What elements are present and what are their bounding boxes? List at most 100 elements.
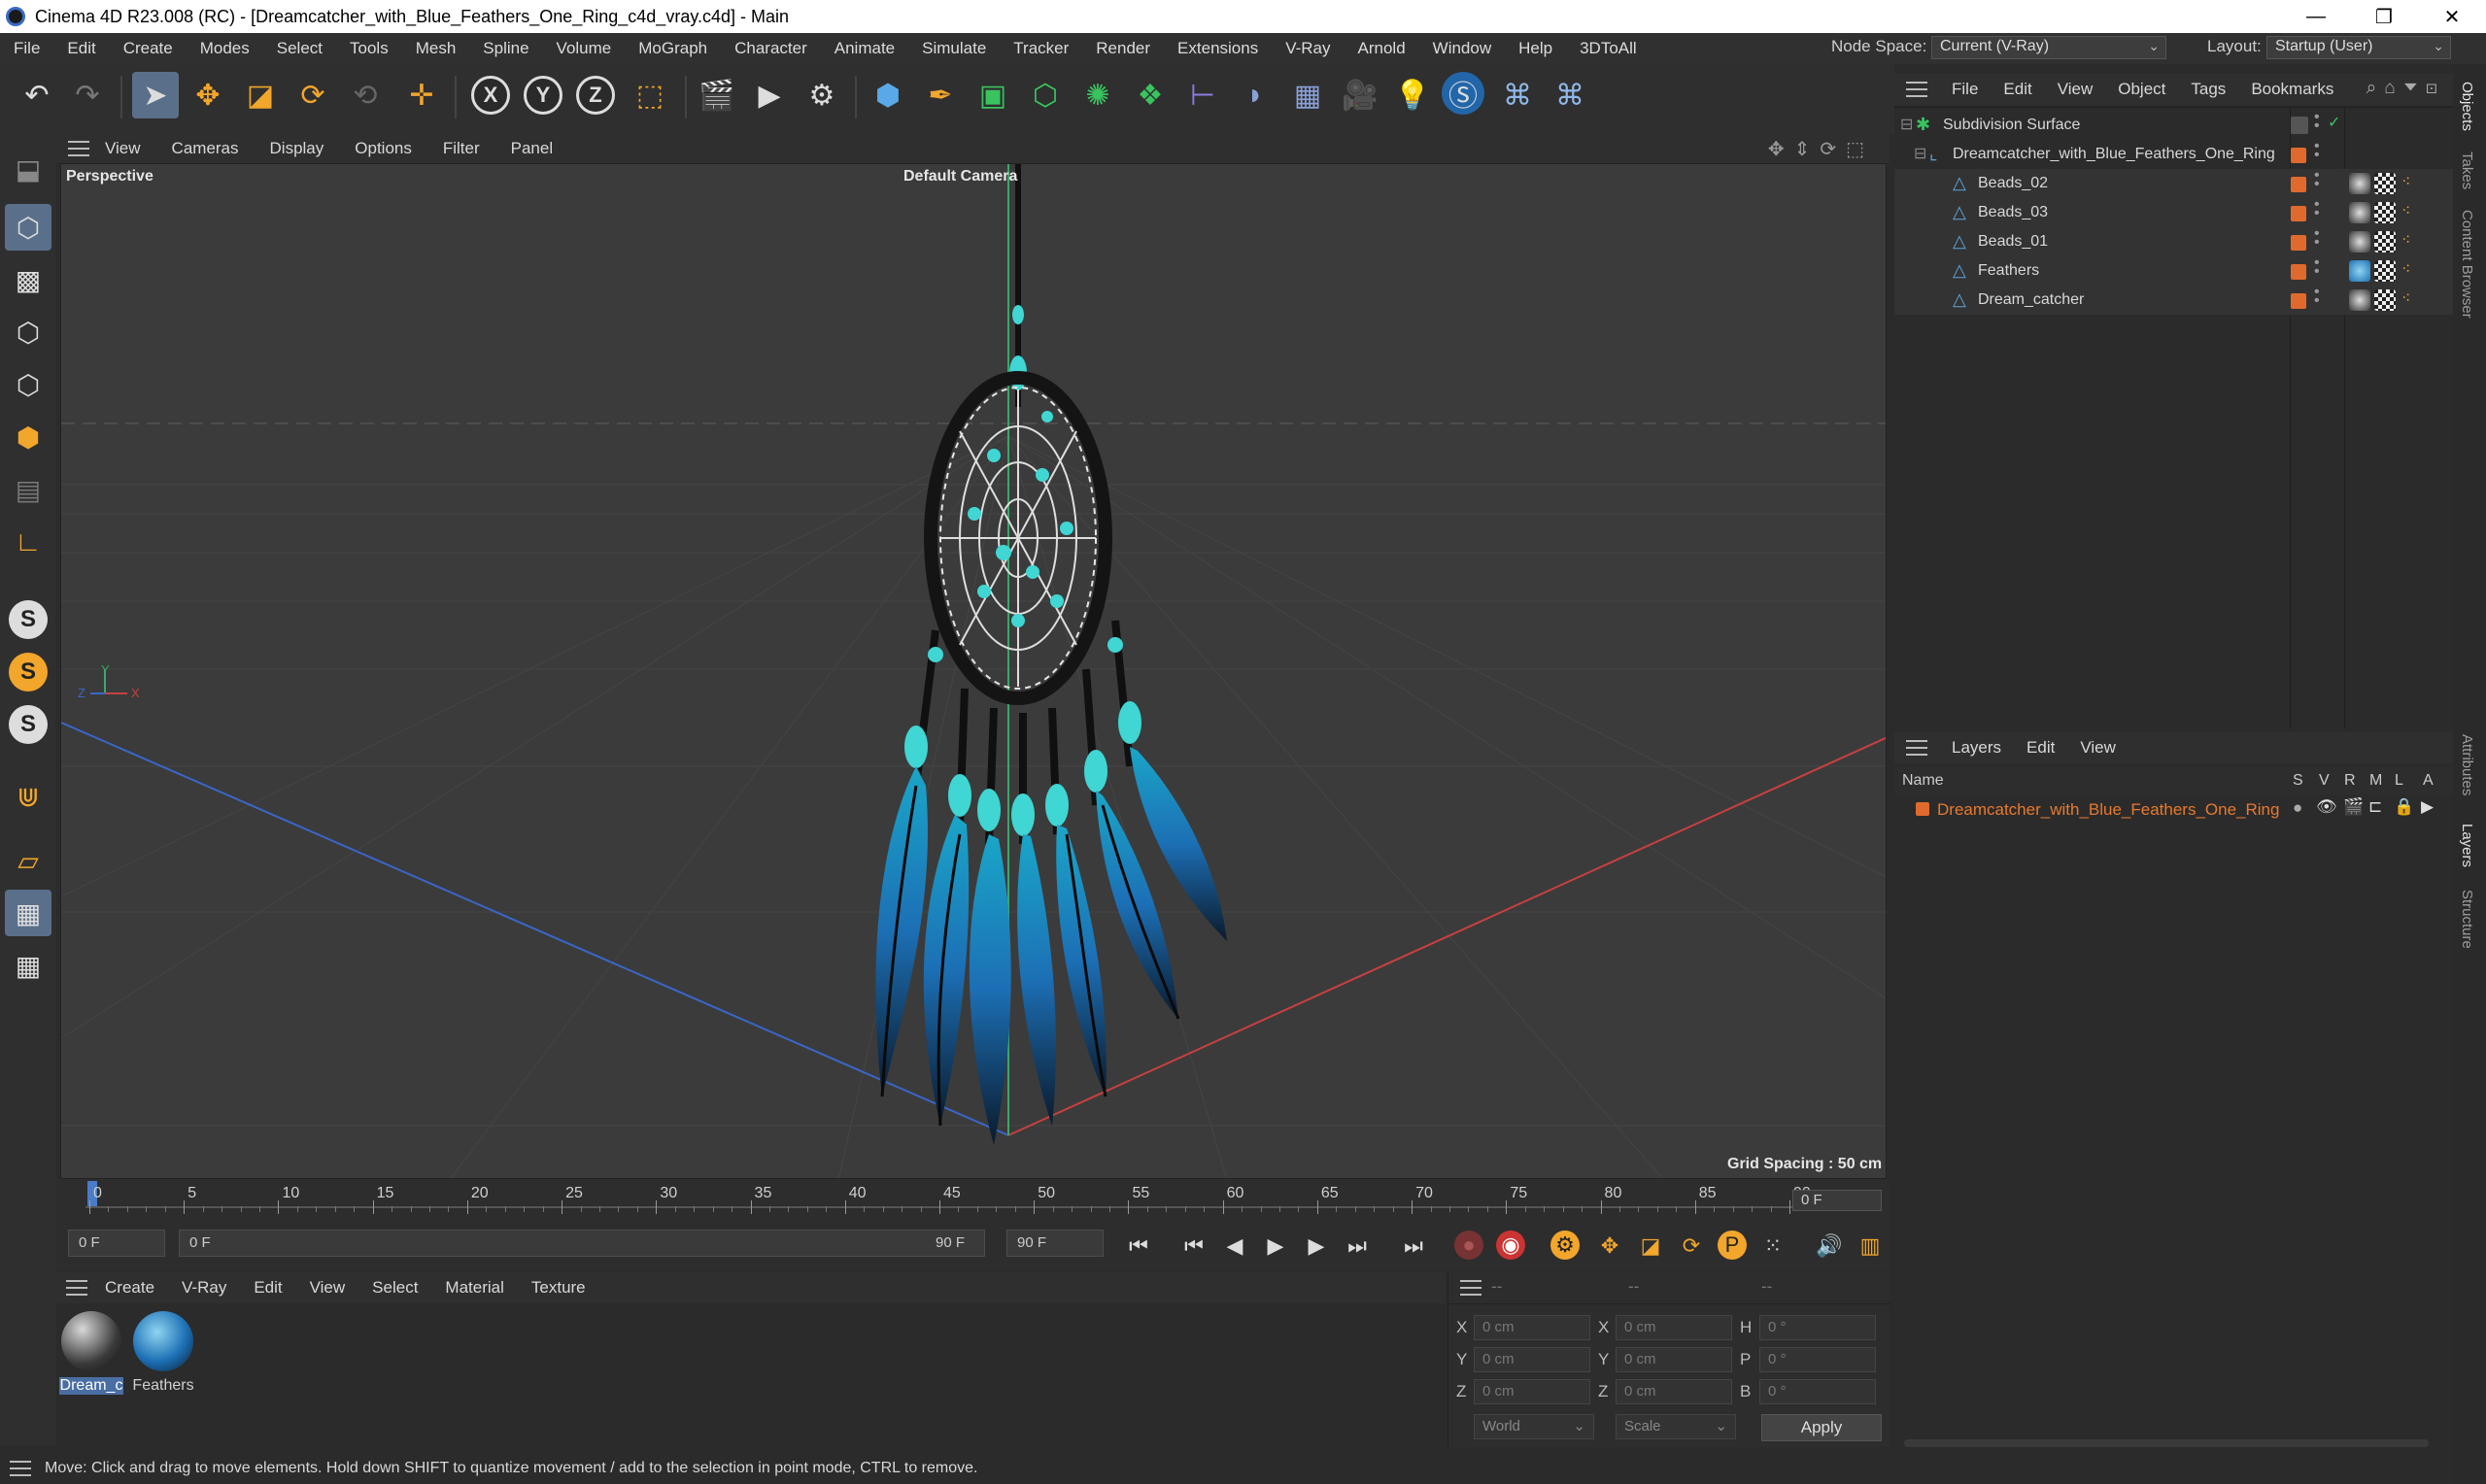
apply-button[interactable]: Apply [1761,1414,1882,1441]
mat-menu-vray[interactable]: V-Ray [168,1278,240,1298]
transform-icon[interactable]: ✛ [398,72,445,118]
solo-toggle-icon[interactable]: ● [2293,798,2302,818]
snap-settings-icon[interactable]: S [9,653,48,691]
vp-menu-view[interactable]: View [89,139,156,158]
play-icon[interactable]: ▶ [1259,1231,1292,1262]
viewport-nav-icons[interactable]: ✥⇕⟳⬚ [1768,137,1874,161]
object-row[interactable]: △ Feathers • • ⁖ [1894,255,2453,286]
material-swatch[interactable]: Dream_c [59,1311,123,1399]
obj-menu-edit[interactable]: Edit [1991,80,2044,99]
material-tag-icon[interactable] [2349,260,2370,282]
key-parameter-icon[interactable]: P [1718,1231,1747,1260]
coordinate-system-icon[interactable]: ⬚ [627,72,673,118]
phong-tag-icon[interactable]: ⁖ [2401,259,2410,279]
menu-mograph[interactable]: MoGraph [625,39,721,58]
collapse-icon[interactable]: ⊟ [1900,115,1913,134]
menu-mesh[interactable]: Mesh [402,39,470,58]
obj-manager-search-icons[interactable]: ⌕⌂⏷⊡ [2367,78,2445,99]
rotate-icon[interactable]: ⟳ [289,72,336,118]
x-axis-icon[interactable]: X [471,76,510,115]
material-tag-icon[interactable] [2349,202,2370,223]
material-tag-icon[interactable] [2349,231,2370,253]
menu-modes[interactable]: Modes [187,39,263,58]
z-axis-icon[interactable]: Z [576,76,615,115]
layer-color-swatch[interactable] [1916,802,1929,816]
phong-tag-icon[interactable]: ⁖ [2401,230,2410,250]
hamburger-icon[interactable] [1906,740,1927,756]
enabled-check-icon[interactable]: ✓ [2328,113,2340,132]
vp-menu-cameras[interactable]: Cameras [156,139,255,158]
object-row[interactable]: ⊟ ⌞ Dreamcatcher_with_Blue_Feathers_One_… [1894,139,2453,169]
menu-help[interactable]: Help [1505,39,1566,58]
uvw-tag-icon[interactable] [2374,202,2396,223]
mograph-icon[interactable]: ❖ [1127,72,1174,118]
layer-color-icon[interactable] [2291,235,2306,251]
phong-tag-icon[interactable]: ⁖ [2401,288,2410,308]
material-tag-icon[interactable] [2349,173,2370,194]
visibility-dots-icon[interactable]: • • [2314,285,2320,309]
obj-menu-file[interactable]: File [1939,80,1991,99]
uvw-tag-icon[interactable] [2374,231,2396,253]
object-row[interactable]: △ Dream_catcher • • ⁖ [1894,285,2453,315]
tab-layers[interactable]: Layers [2459,824,2475,867]
floor-icon[interactable]: ▦ [1284,72,1331,118]
layer-color-icon[interactable] [2291,206,2306,221]
menu-3dtoall[interactable]: 3DToAll [1566,39,1651,58]
subdivision-icon[interactable]: ▣ [970,72,1016,118]
next-frame-icon[interactable]: ▶ [1300,1231,1333,1262]
make-editable-icon[interactable]: ⬓ [5,146,51,192]
vp-menu-options[interactable]: Options [339,139,427,158]
mat-menu-material[interactable]: Material [431,1278,517,1298]
workplane-icon[interactable]: ▱ [5,837,51,884]
menu-tools[interactable]: Tools [336,39,402,58]
range-slider[interactable]: 0 F 90 F [179,1230,985,1257]
hamburger-icon[interactable] [66,1280,87,1296]
tab-takes[interactable]: Takes [2459,152,2475,189]
animation-icon[interactable]: ▶ [2421,797,2434,817]
size-z-field[interactable]: 0 cm [1616,1379,1732,1404]
phong-tag-icon[interactable]: ⁖ [2401,172,2410,191]
cloner-icon[interactable]: ✺ [1074,72,1121,118]
select-icon[interactable]: ➤ [132,72,179,118]
lock-workplane-icon[interactable]: ▦ [5,890,51,936]
menu-vray[interactable]: V-Ray [1272,39,1344,58]
timeline-window-icon[interactable]: ▥ [1854,1231,1887,1262]
size-y-field[interactable]: 0 cm [1616,1347,1732,1372]
edges-mode-icon[interactable]: ⬡ [5,361,51,408]
layout-dropdown[interactable]: Startup (User) ⌄ [2266,36,2451,59]
python-icon[interactable]: ⌘ [1494,72,1541,118]
menu-character[interactable]: Character [721,39,821,58]
visibility-dots-icon[interactable]: • • [2314,197,2320,221]
render-settings-icon[interactable]: ⚙ [799,72,845,118]
cube-icon[interactable]: ⬢ [865,72,911,118]
grid-snap-icon[interactable]: ▦ [5,942,51,989]
python2-icon[interactable]: ⌘ [1547,72,1593,118]
record-icon[interactable]: ● [1454,1231,1483,1260]
axis-mode-icon[interactable]: ∟ [5,519,51,565]
pen-icon[interactable]: ✒ [917,72,964,118]
obj-menu-tags[interactable]: Tags [2178,80,2238,99]
uv-mode-icon[interactable]: ▤ [5,466,51,513]
uvw-tag-icon[interactable] [2374,173,2396,194]
vp-menu-filter[interactable]: Filter [427,139,495,158]
hamburger-icon[interactable] [68,141,89,156]
rot-h-field[interactable]: 0 ° [1759,1315,1876,1340]
obj-menu-view[interactable]: View [2045,80,2106,99]
layer-menu-edit[interactable]: Edit [2014,738,2067,758]
sound-icon[interactable]: 🔊 [1813,1231,1846,1262]
extrude-icon[interactable]: ⬡ [1022,72,1069,118]
start-frame-field[interactable]: 0 F [68,1230,165,1257]
object-row[interactable]: ⊟ ✱ Subdivision Surface • • ✓ [1894,110,2453,140]
keyframe-selection-icon[interactable]: ⚙ [1550,1231,1580,1260]
menu-spline[interactable]: Spline [469,39,542,58]
lock-icon[interactable]: 🔒 [2394,797,2414,817]
pos-y-field[interactable]: 0 cm [1474,1347,1590,1372]
polygons-mode-icon[interactable]: ⬢ [5,414,51,460]
previous-frame-icon[interactable]: ◀ [1218,1231,1251,1262]
node-space-dropdown[interactable]: Current (V-Ray) ⌄ [1931,36,2166,59]
mat-menu-select[interactable]: Select [358,1278,431,1298]
magnet-icon[interactable]: ⋓ [5,773,51,820]
menu-extensions[interactable]: Extensions [1164,39,1272,58]
layer-color-icon[interactable] [2291,148,2306,163]
rot-p-field[interactable]: 0 ° [1759,1347,1876,1372]
